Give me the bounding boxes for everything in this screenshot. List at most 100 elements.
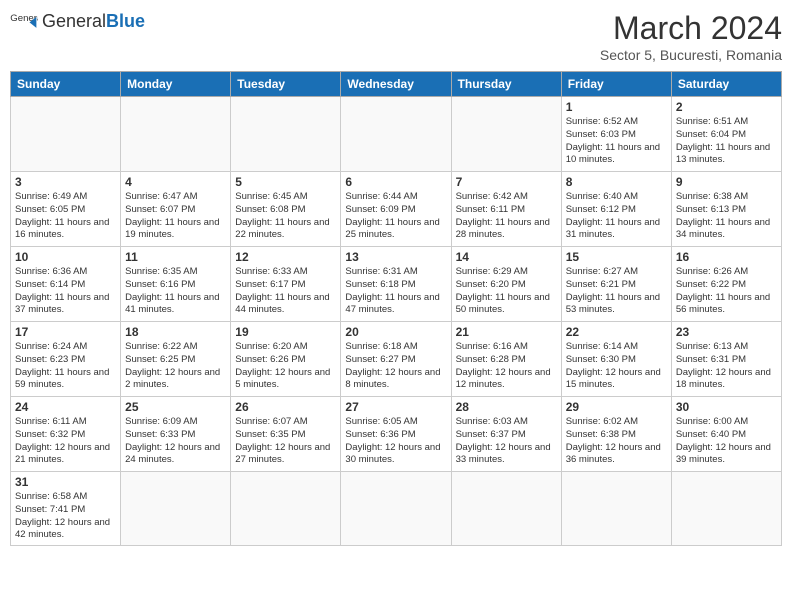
calendar-week-row: 24Sunrise: 6:11 AM Sunset: 6:32 PM Dayli… bbox=[11, 397, 782, 472]
calendar-cell: 28 Sunrise: 6:03 AM Sunset: 6:37 PM Dayli… bbox=[451, 397, 561, 472]
day-number: 7 bbox=[456, 175, 557, 189]
day-info: Sunrise: 6:35 AM Sunset: 6:16 PM Dayligh… bbox=[125, 266, 226, 317]
calendar-cell: 10Sunrise: 6:36 AM Sunset: 6:14 PM Dayli… bbox=[11, 247, 121, 322]
day-number: 6 bbox=[345, 175, 446, 189]
calendar-cell: 8Sunrise: 6:40 AM Sunset: 6:12 PM Daylig… bbox=[561, 172, 671, 247]
calendar-cell: 11 Sunrise: 6:35 AM Sunset: 6:16 PM Dayli… bbox=[121, 247, 231, 322]
calendar-week-row: 10Sunrise: 6:36 AM Sunset: 6:14 PM Dayli… bbox=[11, 247, 782, 322]
day-info: Sunrise: 6:22 AM Sunset: 6:25 PM Dayligh… bbox=[125, 341, 226, 392]
calendar-week-row: 3Sunrise: 6:49 AM Sunset: 6:05 PM Daylig… bbox=[11, 172, 782, 247]
day-info: Sunrise: 6:38 AM Sunset: 6:13 PM Dayligh… bbox=[676, 191, 777, 242]
day-number: 29 bbox=[566, 400, 667, 414]
day-info: Sunrise: 6:31 AM Sunset: 6:18 PM Dayligh… bbox=[345, 266, 446, 317]
location-title: Sector 5, Bucuresti, Romania bbox=[600, 47, 782, 63]
day-number: 12 bbox=[235, 250, 336, 264]
calendar-cell: 24Sunrise: 6:11 AM Sunset: 6:32 PM Dayli… bbox=[11, 397, 121, 472]
day-number: 11 bbox=[125, 250, 226, 264]
day-info: Sunrise: 6:33 AM Sunset: 6:17 PM Dayligh… bbox=[235, 266, 336, 317]
calendar-cell: 12 Sunrise: 6:33 AM Sunset: 6:17 PM Dayli… bbox=[231, 247, 341, 322]
day-number: 16 bbox=[676, 250, 777, 264]
calendar-cell: 5 Sunrise: 6:45 AM Sunset: 6:08 PM Daylig… bbox=[231, 172, 341, 247]
calendar-cell: 3Sunrise: 6:49 AM Sunset: 6:05 PM Daylig… bbox=[11, 172, 121, 247]
day-info: Sunrise: 6:42 AM Sunset: 6:11 PM Dayligh… bbox=[456, 191, 557, 242]
day-header-sunday: Sunday bbox=[11, 72, 121, 97]
day-number: 27 bbox=[345, 400, 446, 414]
calendar-cell bbox=[121, 472, 231, 546]
calendar-header-row: SundayMondayTuesdayWednesdayThursdayFrid… bbox=[11, 72, 782, 97]
calendar-cell: 19Sunrise: 6:20 AM Sunset: 6:26 PM Dayli… bbox=[231, 322, 341, 397]
calendar-cell: 21Sunrise: 6:16 AM Sunset: 6:28 PM Dayli… bbox=[451, 322, 561, 397]
day-info: Sunrise: 6:29 AM Sunset: 6:20 PM Dayligh… bbox=[456, 266, 557, 317]
day-number: 28 bbox=[456, 400, 557, 414]
calendar-cell: 26 Sunrise: 6:07 AM Sunset: 6:35 PM Dayli… bbox=[231, 397, 341, 472]
calendar-cell: 30Sunrise: 6:00 AM Sunset: 6:40 PM Dayli… bbox=[671, 397, 781, 472]
calendar-cell: 31 Sunrise: 6:58 AM Sunset: 7:41 PM Dayli… bbox=[11, 472, 121, 546]
calendar-cell bbox=[451, 472, 561, 546]
calendar-cell: 6 Sunrise: 6:44 AM Sunset: 6:09 PM Daylig… bbox=[341, 172, 451, 247]
day-info: Sunrise: 6:18 AM Sunset: 6:27 PM Dayligh… bbox=[345, 341, 446, 392]
logo-text: GeneralBlue bbox=[42, 11, 145, 31]
calendar-cell: 2Sunrise: 6:51 AM Sunset: 6:04 PM Daylig… bbox=[671, 97, 781, 172]
day-header-monday: Monday bbox=[121, 72, 231, 97]
day-info: Sunrise: 6:03 AM Sunset: 6:37 PM Dayligh… bbox=[456, 416, 557, 467]
day-number: 23 bbox=[676, 325, 777, 339]
calendar-cell bbox=[231, 472, 341, 546]
day-number: 2 bbox=[676, 100, 777, 114]
calendar-week-row: 31 Sunrise: 6:58 AM Sunset: 7:41 PM Dayli… bbox=[11, 472, 782, 546]
day-info: Sunrise: 6:58 AM Sunset: 7:41 PM Dayligh… bbox=[15, 491, 116, 542]
day-info: Sunrise: 6:07 AM Sunset: 6:35 PM Dayligh… bbox=[235, 416, 336, 467]
day-number: 19 bbox=[235, 325, 336, 339]
calendar-cell: 9Sunrise: 6:38 AM Sunset: 6:13 PM Daylig… bbox=[671, 172, 781, 247]
day-number: 17 bbox=[15, 325, 116, 339]
day-number: 5 bbox=[235, 175, 336, 189]
day-number: 21 bbox=[456, 325, 557, 339]
day-info: Sunrise: 6:27 AM Sunset: 6:21 PM Dayligh… bbox=[566, 266, 667, 317]
day-info: Sunrise: 6:11 AM Sunset: 6:32 PM Dayligh… bbox=[15, 416, 116, 467]
day-info: Sunrise: 6:49 AM Sunset: 6:05 PM Dayligh… bbox=[15, 191, 116, 242]
calendar-cell bbox=[671, 472, 781, 546]
day-info: Sunrise: 6:47 AM Sunset: 6:07 PM Dayligh… bbox=[125, 191, 226, 242]
day-header-wednesday: Wednesday bbox=[341, 72, 451, 97]
day-header-saturday: Saturday bbox=[671, 72, 781, 97]
day-info: Sunrise: 6:45 AM Sunset: 6:08 PM Dayligh… bbox=[235, 191, 336, 242]
day-number: 26 bbox=[235, 400, 336, 414]
calendar-cell: 1Sunrise: 6:52 AM Sunset: 6:03 PM Daylig… bbox=[561, 97, 671, 172]
month-title: March 2024 bbox=[600, 10, 782, 47]
calendar-cell bbox=[231, 97, 341, 172]
day-info: Sunrise: 6:14 AM Sunset: 6:30 PM Dayligh… bbox=[566, 341, 667, 392]
day-number: 4 bbox=[125, 175, 226, 189]
day-info: Sunrise: 6:24 AM Sunset: 6:23 PM Dayligh… bbox=[15, 341, 116, 392]
calendar-cell: 22 Sunrise: 6:14 AM Sunset: 6:30 PM Dayli… bbox=[561, 322, 671, 397]
day-info: Sunrise: 6:40 AM Sunset: 6:12 PM Dayligh… bbox=[566, 191, 667, 242]
day-number: 14 bbox=[456, 250, 557, 264]
title-area: March 2024 Sector 5, Bucuresti, Romania bbox=[600, 10, 782, 63]
day-number: 1 bbox=[566, 100, 667, 114]
calendar-cell bbox=[451, 97, 561, 172]
day-number: 18 bbox=[125, 325, 226, 339]
calendar-cell: 29 Sunrise: 6:02 AM Sunset: 6:38 PM Dayli… bbox=[561, 397, 671, 472]
calendar-cell: 25 Sunrise: 6:09 AM Sunset: 6:33 PM Dayli… bbox=[121, 397, 231, 472]
day-number: 25 bbox=[125, 400, 226, 414]
day-info: Sunrise: 6:26 AM Sunset: 6:22 PM Dayligh… bbox=[676, 266, 777, 317]
calendar-cell: 27 Sunrise: 6:05 AM Sunset: 6:36 PM Dayli… bbox=[341, 397, 451, 472]
calendar-cell bbox=[341, 97, 451, 172]
day-number: 10 bbox=[15, 250, 116, 264]
logo: General GeneralBlue bbox=[10, 10, 145, 32]
day-header-friday: Friday bbox=[561, 72, 671, 97]
calendar-cell bbox=[121, 97, 231, 172]
calendar-cell: 18 Sunrise: 6:22 AM Sunset: 6:25 PM Dayli… bbox=[121, 322, 231, 397]
day-number: 13 bbox=[345, 250, 446, 264]
day-info: Sunrise: 6:44 AM Sunset: 6:09 PM Dayligh… bbox=[345, 191, 446, 242]
day-info: Sunrise: 6:05 AM Sunset: 6:36 PM Dayligh… bbox=[345, 416, 446, 467]
calendar-week-row: 1Sunrise: 6:52 AM Sunset: 6:03 PM Daylig… bbox=[11, 97, 782, 172]
calendar-cell: 14 Sunrise: 6:29 AM Sunset: 6:20 PM Dayli… bbox=[451, 247, 561, 322]
calendar-cell: 23Sunrise: 6:13 AM Sunset: 6:31 PM Dayli… bbox=[671, 322, 781, 397]
calendar-cell: 16 Sunrise: 6:26 AM Sunset: 6:22 PM Dayli… bbox=[671, 247, 781, 322]
day-info: Sunrise: 6:00 AM Sunset: 6:40 PM Dayligh… bbox=[676, 416, 777, 467]
day-number: 22 bbox=[566, 325, 667, 339]
day-number: 31 bbox=[15, 475, 116, 489]
day-header-thursday: Thursday bbox=[451, 72, 561, 97]
header: General GeneralBlue March 2024 Sector 5,… bbox=[10, 10, 782, 63]
day-info: Sunrise: 6:09 AM Sunset: 6:33 PM Dayligh… bbox=[125, 416, 226, 467]
day-info: Sunrise: 6:02 AM Sunset: 6:38 PM Dayligh… bbox=[566, 416, 667, 467]
